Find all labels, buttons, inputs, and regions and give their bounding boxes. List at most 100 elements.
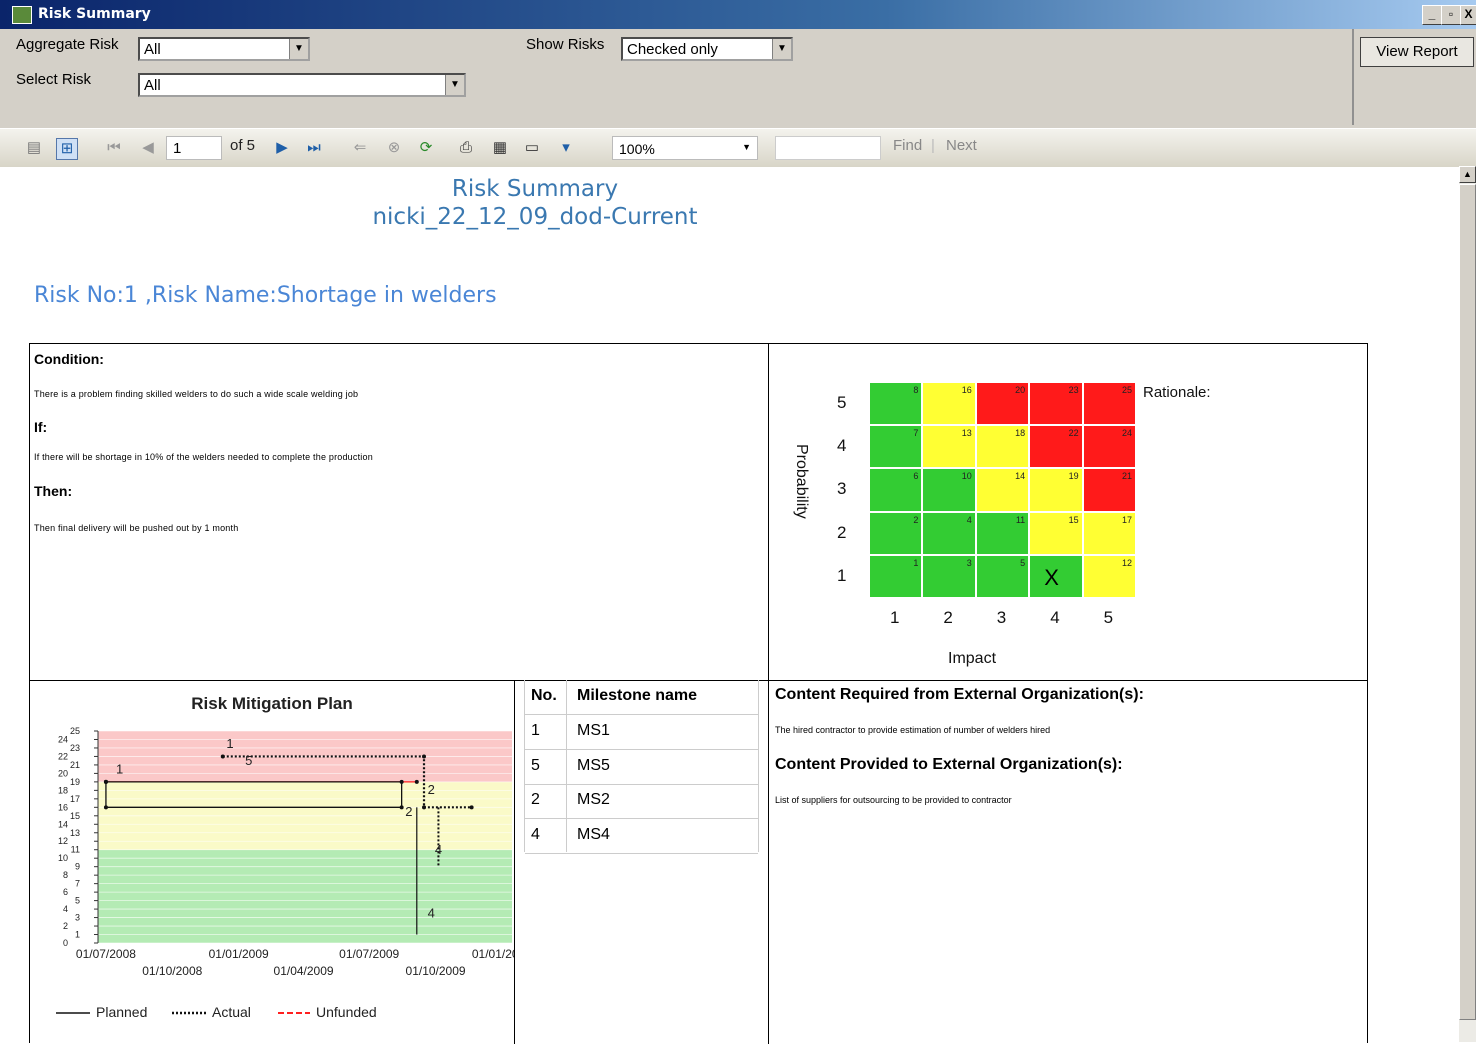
- matrix-cell-score: 15: [1068, 514, 1079, 525]
- window-title: Risk Summary: [38, 6, 151, 22]
- scroll-up-icon[interactable]: ▲: [1459, 166, 1476, 183]
- milestone-name: MS1: [577, 722, 610, 739]
- milestone-row: 2 MS2: [525, 784, 758, 819]
- probability-tick: 1: [837, 565, 847, 585]
- impact-tick: 5: [1103, 608, 1114, 627]
- matrix-cell: 12: [1082, 554, 1136, 598]
- find-link[interactable]: Find: [893, 137, 922, 154]
- chevron-down-icon[interactable]: ▼: [289, 39, 308, 59]
- condition-heading: Condition:: [34, 351, 104, 367]
- matrix-cell: 14: [975, 468, 1030, 512]
- content-required-text: The hired contractor to provide estimati…: [775, 725, 1051, 735]
- show-risks-select[interactable]: Checked only ▼: [621, 37, 793, 61]
- matrix-cell: 22: [1029, 425, 1083, 469]
- legend-unfunded-label: Unfunded: [316, 1004, 377, 1020]
- page-setup-icon[interactable]: ▭: [522, 138, 542, 158]
- document-map-icon[interactable]: ▤: [24, 138, 44, 158]
- x-tick-label: 01/01/2010: [472, 947, 514, 961]
- view-report-button[interactable]: View Report: [1360, 37, 1474, 67]
- find-separator: |: [931, 137, 935, 154]
- parameters-toggle-icon[interactable]: ⊞: [56, 138, 78, 160]
- milestone-label: 1: [226, 736, 233, 751]
- print-layout-icon[interactable]: ▦: [490, 138, 510, 158]
- matrix-cell-score: 6: [913, 471, 919, 482]
- matrix-cell-score: 23: [1068, 385, 1079, 395]
- aggregate-risk-select[interactable]: All ▼: [138, 37, 310, 61]
- y-tick-label: 24: [58, 734, 68, 744]
- stop-icon[interactable]: ⊗: [384, 138, 404, 158]
- milestone-table: No. Milestone name 1 MS1 5 MS5 2 MS2 4 MS4: [524, 680, 759, 854]
- matrix-cell-score: 10: [961, 471, 972, 482]
- y-tick-label: 25: [70, 726, 80, 736]
- minimize-button[interactable]: _: [1422, 5, 1442, 25]
- scroll-thumb[interactable]: [1459, 184, 1476, 1020]
- first-page-icon[interactable]: ⏮: [104, 138, 124, 158]
- last-page-icon[interactable]: ⏭: [304, 138, 324, 158]
- chevron-down-icon[interactable]: ▼: [742, 142, 751, 152]
- matrix-cell: 4: [922, 511, 976, 555]
- next-link[interactable]: Next: [946, 137, 977, 154]
- rationale-label: Rationale:: [1143, 384, 1211, 401]
- milestone-no: 4: [531, 825, 540, 843]
- chevron-down-icon[interactable]: ▼: [772, 39, 791, 59]
- y-tick-label: 3: [75, 913, 80, 923]
- y-tick-label: 7: [75, 879, 80, 889]
- probability-tick: 3: [837, 479, 847, 499]
- impact-tick: 1: [890, 608, 900, 627]
- matrix-cell: 23: [1029, 382, 1083, 426]
- matrix-cell: 6: [869, 468, 923, 512]
- matrix-cell-score: 18: [1015, 428, 1026, 439]
- matrix-cell-score: 24: [1121, 428, 1132, 439]
- select-risk-select[interactable]: All ▼: [138, 73, 466, 97]
- milestone-name: MS5: [577, 756, 610, 774]
- if-heading: If:: [34, 419, 48, 435]
- milestone-no: 1: [531, 722, 540, 739]
- print-icon[interactable]: ⎙: [456, 138, 476, 158]
- y-tick-label: 6: [63, 887, 68, 897]
- milestone-label: 4: [428, 906, 435, 921]
- matrix-cell-score: 11: [1015, 514, 1026, 525]
- aggregate-risk-label: Aggregate Risk: [16, 36, 119, 53]
- probability-tick: 2: [837, 522, 847, 542]
- matrix-cell: 2: [869, 511, 923, 555]
- legend-planned-label: Planned: [96, 1004, 147, 1020]
- y-tick-label: 2: [63, 921, 68, 931]
- matrix-cell-score: 8: [913, 385, 919, 395]
- back-icon[interactable]: ⇐: [350, 138, 370, 158]
- refresh-icon[interactable]: ⟳: [416, 138, 436, 158]
- save-export-icon[interactable]: ▾: [556, 138, 576, 158]
- matrix-cell-score: 4: [966, 514, 972, 525]
- next-page-icon[interactable]: ▶: [272, 138, 292, 158]
- y-tick-label: 21: [70, 760, 80, 770]
- find-input[interactable]: [775, 136, 881, 160]
- milestone-no: 5: [531, 756, 540, 774]
- zoom-select[interactable]: 100% ▼: [612, 136, 758, 160]
- page-number-input[interactable]: 1: [166, 136, 222, 160]
- content-provided-heading: Content Provided to External Organizatio…: [775, 756, 1123, 773]
- if-text: If there will be shortage in 10% of the …: [34, 452, 373, 462]
- previous-page-icon[interactable]: ◀: [138, 138, 158, 158]
- matrix-cell-score: 7: [913, 428, 919, 439]
- impact-tick: 2: [943, 608, 953, 627]
- chevron-down-icon[interactable]: ▼: [445, 75, 464, 95]
- x-tick-label: 01/07/2009: [339, 947, 399, 961]
- risk-band: [98, 849, 512, 943]
- milestone-row: 1 MS1: [525, 715, 758, 750]
- matrix-cell: 17: [1082, 511, 1136, 555]
- matrix-cell: 20: [975, 382, 1030, 426]
- close-button[interactable]: X: [1460, 5, 1476, 25]
- series-point: [422, 805, 427, 810]
- maximize-button[interactable]: ▫: [1441, 5, 1461, 25]
- vertical-scrollbar[interactable]: ▲: [1459, 166, 1476, 1042]
- matrix-cell: 3: [922, 554, 976, 598]
- matrix-cell-score: 21: [1121, 471, 1132, 482]
- probability-tick: 4: [837, 436, 847, 456]
- milestone-row: 4 MS4: [525, 819, 758, 854]
- app-icon: [12, 6, 32, 24]
- milestone-name: MS2: [577, 791, 610, 808]
- milestone-label: 5: [245, 753, 252, 768]
- matrix-cell: 1: [869, 554, 923, 598]
- series-point: [399, 779, 404, 784]
- y-tick-label: 12: [58, 836, 68, 846]
- page-count: of 5: [230, 137, 256, 154]
